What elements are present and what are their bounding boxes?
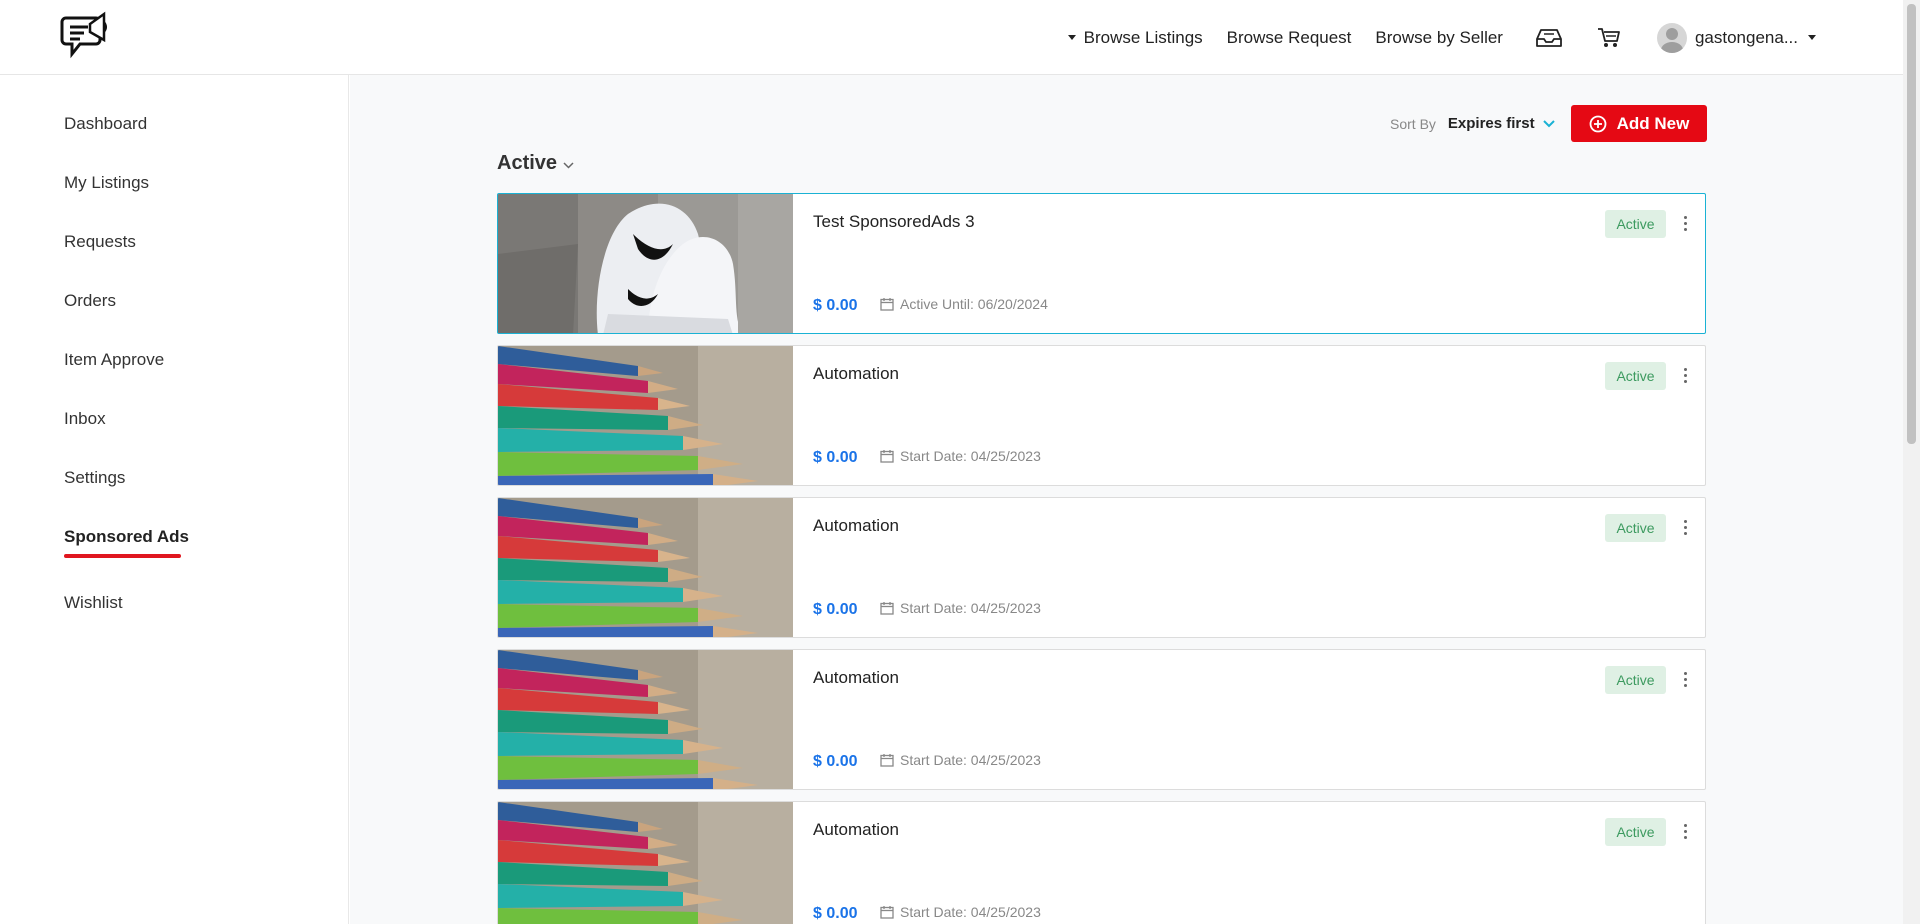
status-badge: Active xyxy=(1605,666,1666,694)
more-options-icon[interactable] xyxy=(1676,364,1694,386)
sidebar-item-inbox[interactable]: Inbox xyxy=(64,409,106,429)
ad-card[interactable]: Automation $ 0.00 Start Date: 04/25/2023… xyxy=(497,497,1706,638)
ad-title: Test SponsoredAds 3 xyxy=(813,212,975,231)
browse-by-seller-link[interactable]: Browse by Seller xyxy=(1375,28,1503,48)
sidebar-item-my-listings[interactable]: My Listings xyxy=(64,173,149,193)
sidebar-item-requests[interactable]: Requests xyxy=(64,232,136,252)
more-options-icon[interactable] xyxy=(1676,668,1694,690)
ad-date-text: Active Until: 06/20/2024 xyxy=(900,296,1048,312)
sidebar-item-settings[interactable]: Settings xyxy=(64,468,125,488)
top-nav: Browse Listings Browse Request Browse by… xyxy=(1044,0,1886,75)
active-item-underline xyxy=(64,554,181,558)
browse-listings-label: Browse Listings xyxy=(1083,27,1203,47)
ad-date-text: Start Date: 04/25/2023 xyxy=(900,600,1041,616)
plus-circle-icon xyxy=(1589,115,1607,132)
ad-title: Automation xyxy=(813,364,899,383)
colored-pencils-photo xyxy=(498,346,793,485)
ad-card[interactable]: Automation $ 0.00 Start Date: 04/25/2023… xyxy=(497,345,1706,486)
colored-pencils-photo xyxy=(498,650,793,789)
browse-listings-dropdown[interactable]: Browse Listings xyxy=(1067,27,1203,48)
ad-title: Automation xyxy=(813,668,899,687)
add-new-label: Add New xyxy=(1616,113,1690,133)
calendar-icon xyxy=(880,906,894,919)
caret-down-icon xyxy=(1067,35,1076,40)
ad-card[interactable]: Test SponsoredAds 3 $ 0.00 Active Until:… xyxy=(497,193,1706,334)
ad-date-text: Start Date: 04/25/2023 xyxy=(900,448,1041,464)
caret-down-icon xyxy=(1808,35,1816,40)
sort-control: Sort By Expires first xyxy=(1390,115,1555,132)
calendar-icon xyxy=(880,754,894,767)
chat-megaphone-logo[interactable] xyxy=(60,10,112,64)
status-badge: Active xyxy=(1605,210,1666,238)
top-header: Browse Listings Browse Request Browse by… xyxy=(0,0,1903,75)
chevron-down-icon xyxy=(563,162,574,169)
sidebar-item-wishlist[interactable]: Wishlist xyxy=(64,593,123,613)
ad-date-text: Start Date: 04/25/2023 xyxy=(900,752,1041,768)
user-menu[interactable]: gastongena... xyxy=(1656,22,1816,53)
sidebar-item-item-approve[interactable]: Item Approve xyxy=(64,350,164,370)
browse-request-link[interactable]: Browse Request xyxy=(1227,28,1352,48)
sidebar-item-orders[interactable]: Orders xyxy=(64,291,116,311)
main-content: Sort By Expires first Add New Active Tes… xyxy=(350,75,1903,924)
sidebar-item-sponsored-ads[interactable]: Sponsored Ads xyxy=(64,527,189,547)
ad-title: Automation xyxy=(813,516,899,535)
calendar-icon xyxy=(880,602,894,615)
avatar xyxy=(1656,22,1687,53)
status-filter-dropdown[interactable]: Active xyxy=(497,152,574,175)
scrollbar-thumb[interactable] xyxy=(1907,4,1916,444)
ad-card[interactable]: Automation $ 0.00 Start Date: 04/25/2023… xyxy=(497,801,1706,924)
status-badge: Active xyxy=(1605,362,1666,390)
ad-date: Active Until: 06/20/2024 xyxy=(880,296,1048,312)
cart-icon[interactable] xyxy=(1595,24,1623,52)
calendar-icon xyxy=(880,450,894,463)
sort-value: Expires first xyxy=(1447,115,1535,132)
inbox-icon[interactable] xyxy=(1535,24,1563,52)
add-new-button[interactable]: Add New xyxy=(1571,105,1707,142)
sidebar-item-dashboard[interactable]: Dashboard xyxy=(64,114,147,134)
username: gastongena... xyxy=(1694,27,1798,47)
ad-price: $ 0.00 xyxy=(813,449,858,466)
chevron-down-icon xyxy=(1542,119,1555,127)
ad-card[interactable]: Automation $ 0.00 Start Date: 04/25/2023… xyxy=(497,649,1706,790)
ad-price: $ 0.00 xyxy=(813,905,858,922)
more-options-icon[interactable] xyxy=(1676,820,1694,842)
sort-dropdown[interactable]: Expires first xyxy=(1448,115,1555,132)
ad-date: Start Date: 04/25/2023 xyxy=(880,448,1041,464)
status-badge: Active xyxy=(1605,514,1666,542)
ad-price: $ 0.00 xyxy=(813,601,858,618)
sneakers-photo xyxy=(498,194,793,333)
more-options-icon[interactable] xyxy=(1676,516,1694,538)
more-options-icon[interactable] xyxy=(1676,212,1694,234)
calendar-icon xyxy=(880,298,894,311)
ad-date-text: Start Date: 04/25/2023 xyxy=(900,904,1041,920)
status-badge: Active xyxy=(1605,818,1666,846)
colored-pencils-photo xyxy=(498,802,793,924)
ad-date: Start Date: 04/25/2023 xyxy=(880,904,1041,920)
page-scrollbar[interactable] xyxy=(1903,0,1920,924)
ad-date: Start Date: 04/25/2023 xyxy=(880,600,1041,616)
colored-pencils-photo xyxy=(498,498,793,637)
sidebar: Dashboard My Listings Requests Orders It… xyxy=(0,75,349,924)
ad-price: $ 0.00 xyxy=(813,753,858,770)
ad-price: $ 0.00 xyxy=(813,297,858,314)
ad-date: Start Date: 04/25/2023 xyxy=(880,752,1041,768)
sort-label: Sort By xyxy=(1390,115,1436,132)
section-title: Active xyxy=(497,152,558,174)
ad-title: Automation xyxy=(813,820,899,839)
